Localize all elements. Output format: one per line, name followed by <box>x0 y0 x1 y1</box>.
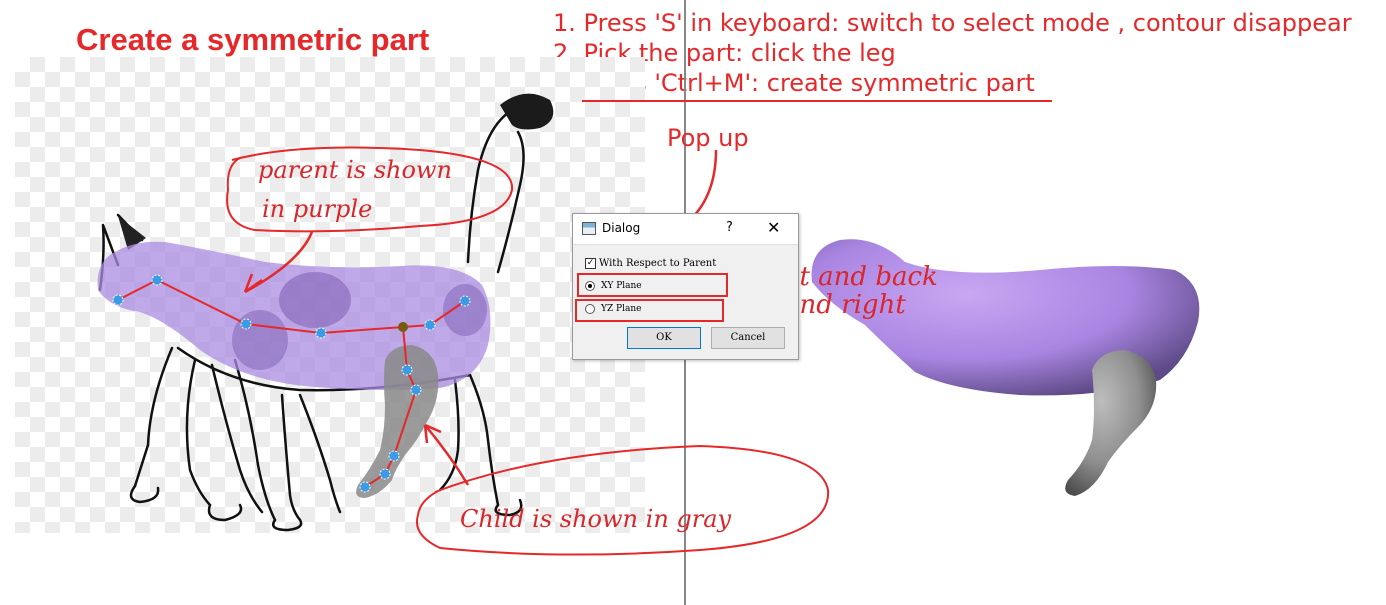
child-annotation-arrow <box>423 423 470 486</box>
root-joint <box>398 322 408 332</box>
ok-button[interactable]: OK <box>627 327 701 349</box>
body-spot <box>232 310 288 370</box>
yz-plane-highlight <box>575 299 724 322</box>
cancel-button[interactable]: Cancel <box>711 327 785 349</box>
dialog-titlebar[interactable]: Dialog ? ✕ <box>573 214 798 245</box>
dialog-title: Dialog <box>602 221 641 235</box>
parent-annotation-line1: parent is shown <box>258 156 452 184</box>
tail-tip-fill <box>500 93 554 130</box>
child-annotation-bubble <box>416 444 830 556</box>
window-icon <box>582 222 596 235</box>
close-button[interactable]: ✕ <box>767 218 780 237</box>
popup-label: Pop up <box>667 124 749 152</box>
child-annotation-text: Child is shown in gray <box>460 505 732 533</box>
help-button[interactable]: ? <box>726 220 733 235</box>
xy-plane-highlight <box>577 273 728 297</box>
respect-parent-checkbox-row[interactable]: ✓ With Respect to Parent <box>585 258 716 269</box>
body-spot <box>279 272 351 328</box>
body-spot <box>443 284 487 336</box>
respect-parent-label: With Respect to Parent <box>599 258 717 269</box>
checkbox-checked-icon[interactable]: ✓ <box>585 258 596 269</box>
parent-annotation-line2: in purple <box>262 195 373 223</box>
